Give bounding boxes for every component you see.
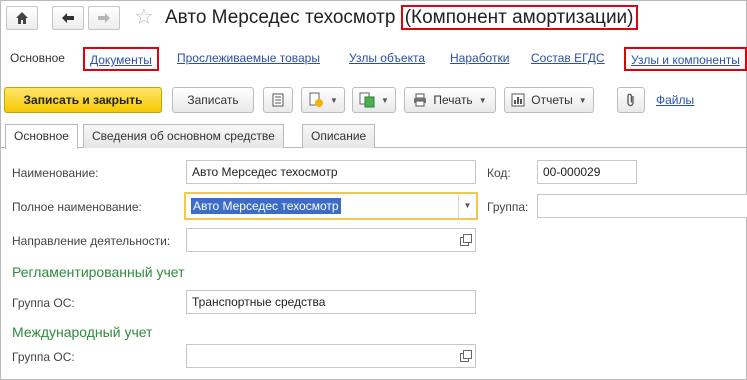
name-field[interactable]: Авто Мерседес техосмотр — [186, 160, 476, 184]
print-label: Печать — [433, 93, 473, 107]
code-label: Код: — [487, 166, 511, 180]
group-field[interactable] — [537, 194, 747, 218]
open-form-icon[interactable] — [460, 350, 472, 362]
link-operating-hours[interactable]: Наработки — [450, 47, 509, 71]
paperclip-icon — [627, 93, 634, 107]
create-based-on-button[interactable]: ▼ — [301, 87, 345, 113]
home-button[interactable] — [6, 6, 38, 30]
list-button[interactable] — [263, 87, 293, 113]
open-form-icon[interactable] — [460, 234, 472, 246]
files-link[interactable]: Файлы — [656, 89, 694, 113]
related-documents-icon — [359, 92, 375, 108]
intl-os-group-label: Группа ОС: — [12, 350, 75, 364]
reports-label: Отчеты — [531, 93, 573, 107]
tab-asset-info[interactable]: Сведения об основном средстве — [83, 124, 284, 148]
link-object-units[interactable]: Узлы объекта — [349, 47, 425, 71]
group-label: Группа: — [487, 200, 529, 214]
intl-os-group-field[interactable] — [186, 344, 476, 368]
arrow-left-icon — [62, 13, 74, 23]
tab-main[interactable]: Основное — [5, 124, 78, 149]
related-documents-button[interactable]: ▼ — [352, 87, 396, 113]
full-name-field[interactable]: Авто Мерседес техосмотр ▼ — [184, 192, 478, 220]
attach-button[interactable] — [617, 87, 645, 113]
full-name-value: Авто Мерседес техосмотр — [191, 198, 341, 214]
link-tracked-goods[interactable]: Прослеживаемые товары — [177, 47, 320, 71]
full-name-label: Полное наименование: — [12, 200, 142, 214]
chevron-down-icon: ▼ — [381, 95, 389, 105]
tab-description[interactable]: Описание — [302, 124, 376, 148]
code-field[interactable]: 00-000029 — [537, 160, 637, 184]
name-label: Наименование: — [12, 166, 99, 180]
print-button[interactable]: Печать ▼ — [404, 87, 496, 113]
reports-icon — [511, 93, 525, 107]
home-icon — [16, 12, 28, 24]
tab-strip: Основное Сведения об основном средстве О… — [0, 124, 747, 149]
title-suffix: (Компонент амортизации) — [400, 5, 638, 30]
title-main: Авто Мерседес техосмотр — [165, 7, 396, 28]
os-group-field[interactable]: Транспортные средства — [186, 290, 476, 314]
chevron-down-icon: ▼ — [478, 95, 487, 105]
chevron-down-icon[interactable]: ▼ — [458, 194, 476, 218]
reports-button[interactable]: Отчеты ▼ — [504, 87, 594, 113]
printer-icon — [414, 93, 427, 107]
back-button[interactable] — [52, 6, 84, 30]
section-international-accounting: Международный учет — [12, 324, 153, 340]
panel-links: Основное Документы Прослеживаемые товары… — [0, 42, 747, 76]
link-main[interactable]: Основное — [10, 47, 65, 71]
title-bar: ☆ Авто Мерседес техосмотр (Компонент амо… — [0, 0, 747, 38]
save-and-close-button[interactable]: Записать и закрыть — [4, 87, 162, 113]
save-button[interactable]: Записать — [172, 87, 254, 113]
window-title: Авто Мерседес техосмотр (Компонент аморт… — [165, 5, 638, 30]
favorite-star-icon[interactable]: ☆ — [134, 5, 154, 29]
link-egds-composition[interactable]: Состав ЕГДС — [531, 47, 605, 71]
list-icon — [272, 93, 284, 107]
link-documents[interactable]: Документы — [83, 47, 159, 71]
chevron-down-icon: ▼ — [578, 95, 587, 105]
direction-label: Направление деятельности: — [12, 234, 171, 248]
toolbar: Записать и закрыть Записать ▼ ▼ Печать ▼… — [0, 87, 747, 115]
chevron-down-icon: ▼ — [330, 95, 338, 105]
link-units-and-components[interactable]: Узлы и компоненты — [624, 47, 747, 71]
os-group-label: Группа ОС: — [12, 296, 75, 310]
arrow-right-icon — [98, 13, 110, 23]
forward-button[interactable] — [88, 6, 120, 30]
document-create-icon — [309, 92, 324, 107]
section-regulated-accounting: Регламентированный учет — [12, 264, 185, 280]
direction-field[interactable] — [186, 228, 476, 252]
